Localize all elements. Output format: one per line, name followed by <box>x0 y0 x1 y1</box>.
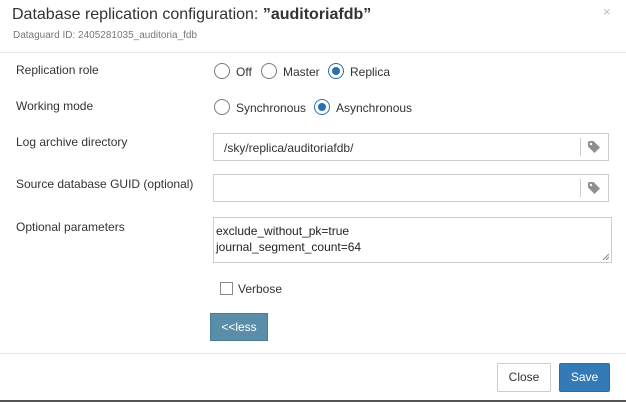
close-icon[interactable]: × <box>603 4 611 19</box>
radio-synchronous[interactable] <box>214 99 230 115</box>
optional-param-line[interactable]: journal_segment_count=64 <box>216 240 361 254</box>
dialog-header: Database replication configuration: ”aud… <box>0 0 626 53</box>
log-archive-input[interactable]: /sky/replica/auditoriafdb/ <box>213 133 609 161</box>
radio-asynchronous-label[interactable]: Asynchronous <box>336 101 412 115</box>
source-guid-label: Source database GUID (optional) <box>16 177 194 191</box>
input-divider <box>580 138 581 156</box>
radio-replica-label[interactable]: Replica <box>350 65 390 79</box>
dialog-title: Database replication configuration: ”aud… <box>12 6 371 24</box>
log-archive-label: Log archive directory <box>16 135 128 149</box>
radio-master-label[interactable]: Master <box>283 65 320 79</box>
save-button[interactable]: Save <box>559 363 610 392</box>
dataguard-id: Dataguard ID: 2405281035_auditoria_fdb <box>13 30 198 41</box>
optional-param-line[interactable]: exclude_without_pk=true <box>216 224 349 238</box>
radio-off[interactable] <box>214 63 230 79</box>
verbose-label[interactable]: Verbose <box>238 282 282 296</box>
source-guid-input[interactable] <box>213 174 609 202</box>
radio-replica[interactable] <box>328 63 344 79</box>
title-prefix: Database replication configuration: <box>12 6 263 23</box>
close-button[interactable]: Close <box>497 363 551 392</box>
resize-grip-icon[interactable] <box>602 253 609 260</box>
radio-synchronous-label[interactable]: Synchronous <box>236 101 306 115</box>
replication-role-label: Replication role <box>16 63 99 77</box>
optional-params-label: Optional parameters <box>16 220 125 234</box>
replication-dialog: Database replication configuration: ”aud… <box>0 0 626 402</box>
radio-off-label[interactable]: Off <box>236 65 252 79</box>
tag-icon[interactable] <box>588 141 600 153</box>
input-divider <box>580 179 581 197</box>
title-database-name: ”auditoriafdb” <box>262 6 372 23</box>
radio-asynchronous[interactable] <box>314 99 330 115</box>
radio-master[interactable] <box>261 63 277 79</box>
working-mode-label: Working mode <box>16 99 94 113</box>
tag-icon[interactable] <box>588 182 600 194</box>
verbose-checkbox[interactable] <box>220 282 233 295</box>
less-button[interactable]: <<less <box>210 313 268 341</box>
optional-params-textarea[interactable]: exclude_without_pk=true journal_segment_… <box>213 217 612 263</box>
log-archive-value[interactable]: /sky/replica/auditoriafdb/ <box>224 141 353 155</box>
